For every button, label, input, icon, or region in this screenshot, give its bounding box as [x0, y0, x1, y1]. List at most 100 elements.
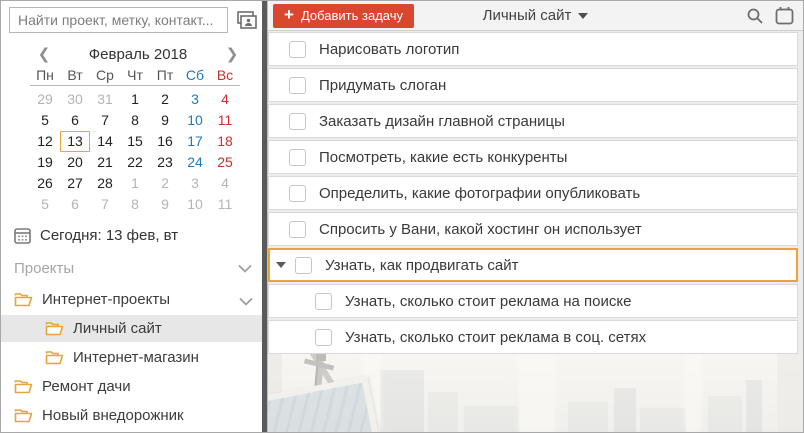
add-task-button[interactable]: + Добавить задачу — [273, 3, 414, 28]
calendar-days-grid: 29 30 31 1 2 3 4 5 6 7 8 9 10 11 12 13 14 15 16 17 18 19 20 21 2… — [30, 89, 262, 215]
calendar-icon[interactable] — [775, 6, 794, 25]
projects-tree: Интернет-проекты Личный сайт Интернет-мага… — [1, 283, 262, 432]
folder-icon — [14, 408, 33, 423]
task-checkbox[interactable] — [289, 112, 306, 130]
calendar-day[interactable]: 25 — [210, 152, 240, 173]
calendar-day[interactable]: 16 — [150, 131, 180, 152]
calendar-day[interactable]: 7 — [90, 110, 120, 131]
folder-icon — [14, 292, 33, 307]
calendar-day[interactable]: 2 — [150, 89, 180, 110]
calendar-weekday-label: Ср — [90, 65, 120, 86]
task-checkbox[interactable] — [315, 292, 332, 310]
calendar-day[interactable]: 22 — [120, 152, 150, 173]
calendar-day[interactable]: 10 — [180, 194, 210, 215]
calendar-day[interactable]: 12 — [30, 131, 60, 152]
calendar-day[interactable]: 3 — [180, 89, 210, 110]
task-row[interactable]: Придумать слоган — [268, 68, 798, 102]
subtask-row[interactable]: Узнать, сколько стоит реклама на поиске — [268, 284, 798, 318]
chevron-down-icon[interactable] — [238, 260, 252, 277]
task-row[interactable]: Спросить у Вани, какой хостинг он исполь… — [268, 212, 798, 246]
calendar-day[interactable]: 15 — [120, 131, 150, 152]
calendar-day[interactable]: 8 — [120, 194, 150, 215]
calendar-day-today[interactable]: 13 — [60, 131, 90, 152]
calendar-day[interactable]: 14 — [90, 131, 120, 152]
calendar-nav: ❮ Февраль 2018 ❯ — [27, 39, 245, 65]
calendar-day[interactable]: 26 — [30, 173, 60, 194]
sidebar-project-item[interactable]: Новый внедорожник — [1, 402, 262, 429]
calendar-day[interactable]: 9 — [150, 194, 180, 215]
calendar-day[interactable]: 20 — [60, 152, 90, 173]
today-label: Сегодня: 13 фев, вт — [40, 227, 179, 244]
task-row[interactable]: Заказать дизайн главной страницы — [268, 104, 798, 138]
dropdown-arrow-icon[interactable] — [578, 12, 589, 19]
calendar-day[interactable]: 1 — [120, 173, 150, 194]
task-label: Узнать, сколько стоит реклама на поиске — [345, 292, 632, 310]
calendar-day[interactable]: 11 — [210, 194, 240, 215]
search-icon[interactable] — [746, 7, 764, 25]
calendar-day[interactable]: 21 — [90, 152, 120, 173]
task-label: Определить, какие фотографии опубликоват… — [319, 184, 641, 202]
folder-icon — [14, 379, 33, 394]
task-row[interactable]: Узнать, как продвигать сайт — [268, 248, 798, 282]
calendar-day[interactable]: 10 — [180, 110, 210, 131]
calendar-day[interactable]: 19 — [30, 152, 60, 173]
calendar-day[interactable]: 28 — [90, 173, 120, 194]
prev-month-icon[interactable]: ❮ — [35, 45, 53, 63]
task-label: Нарисовать логотип — [319, 40, 460, 58]
task-checkbox[interactable] — [315, 328, 332, 346]
subtask-row[interactable]: Узнать, сколько стоит реклама в соц. сет… — [268, 320, 798, 354]
sidebar-project-item[interactable]: Интернет-магазин — [1, 344, 262, 371]
expand-triangle-icon[interactable] — [276, 262, 286, 268]
projects-section-header[interactable]: Проекты — [1, 250, 262, 283]
calendar-day[interactable]: 4 — [210, 173, 240, 194]
calendar-day[interactable]: 9 — [150, 110, 180, 131]
task-checkbox[interactable] — [289, 40, 306, 58]
calendar-day[interactable]: 5 — [30, 194, 60, 215]
calendar-day[interactable]: 27 — [60, 173, 90, 194]
calendar-day[interactable]: 23 — [150, 152, 180, 173]
sidebar-project-item[interactable]: Личный сайт — [1, 315, 262, 342]
calendar-day[interactable]: 8 — [120, 110, 150, 131]
contacts-card-icon[interactable] — [235, 10, 257, 30]
chevron-down-icon[interactable] — [239, 293, 253, 310]
task-row[interactable]: Определить, какие фотографии опубликоват… — [268, 176, 798, 210]
calendar-day[interactable]: 6 — [60, 110, 90, 131]
sidebar-project-item[interactable]: Ремонт дачи — [1, 373, 262, 400]
project-label: Новый внедорожник — [42, 407, 184, 424]
project-label: Личный сайт — [73, 320, 162, 337]
calendar-day[interactable]: 17 — [180, 131, 210, 152]
calendar-day[interactable]: 11 — [210, 110, 240, 131]
calendar-day[interactable]: 18 — [210, 131, 240, 152]
task-checkbox[interactable] — [289, 76, 306, 94]
task-checkbox[interactable] — [289, 148, 306, 166]
calendar-day[interactable]: 7 — [90, 194, 120, 215]
today-row[interactable]: Сегодня: 13 фев, вт — [1, 215, 262, 250]
calendar-day[interactable]: 30 — [60, 89, 90, 110]
calendar-day[interactable]: 31 — [90, 89, 120, 110]
task-label: Узнать, как продвигать сайт — [325, 256, 519, 274]
calendar-weekday-label: Пн — [30, 65, 60, 86]
mini-calendar: ❮ Февраль 2018 ❯ Пн Вт Ср Чт Пт Сб Вс 29 30 31 1 2… — [1, 37, 262, 215]
search-row — [1, 1, 262, 37]
task-area: Нарисовать логотип Придумать слоган Заказа… — [268, 31, 803, 432]
task-row[interactable]: Нарисовать логотип — [268, 32, 798, 66]
calendar-day[interactable]: 3 — [180, 173, 210, 194]
calendar-day[interactable]: 4 — [210, 89, 240, 110]
calendar-month-title: Февраль 2018 — [88, 45, 188, 63]
task-row[interactable]: Посмотреть, какие есть конкуренты — [268, 140, 798, 174]
sidebar-project-item[interactable]: Интернет-проекты — [1, 286, 262, 313]
task-checkbox[interactable] — [295, 256, 312, 274]
calendar-day[interactable]: 5 — [30, 110, 60, 131]
task-label: Спросить у Вани, какой хостинг он исполь… — [319, 220, 642, 238]
search-input[interactable] — [9, 7, 228, 33]
calendar-day[interactable]: 1 — [120, 89, 150, 110]
calendar-day[interactable]: 24 — [180, 152, 210, 173]
view-title[interactable]: Личный сайт — [483, 7, 572, 24]
calendar-day[interactable]: 29 — [30, 89, 60, 110]
calendar-day[interactable]: 2 — [150, 173, 180, 194]
calendar-day[interactable]: 6 — [60, 194, 90, 215]
task-checkbox[interactable] — [289, 220, 306, 238]
next-month-icon[interactable]: ❯ — [223, 45, 241, 63]
task-checkbox[interactable] — [289, 184, 306, 202]
calendar-weekday-label: Чт — [120, 65, 150, 86]
